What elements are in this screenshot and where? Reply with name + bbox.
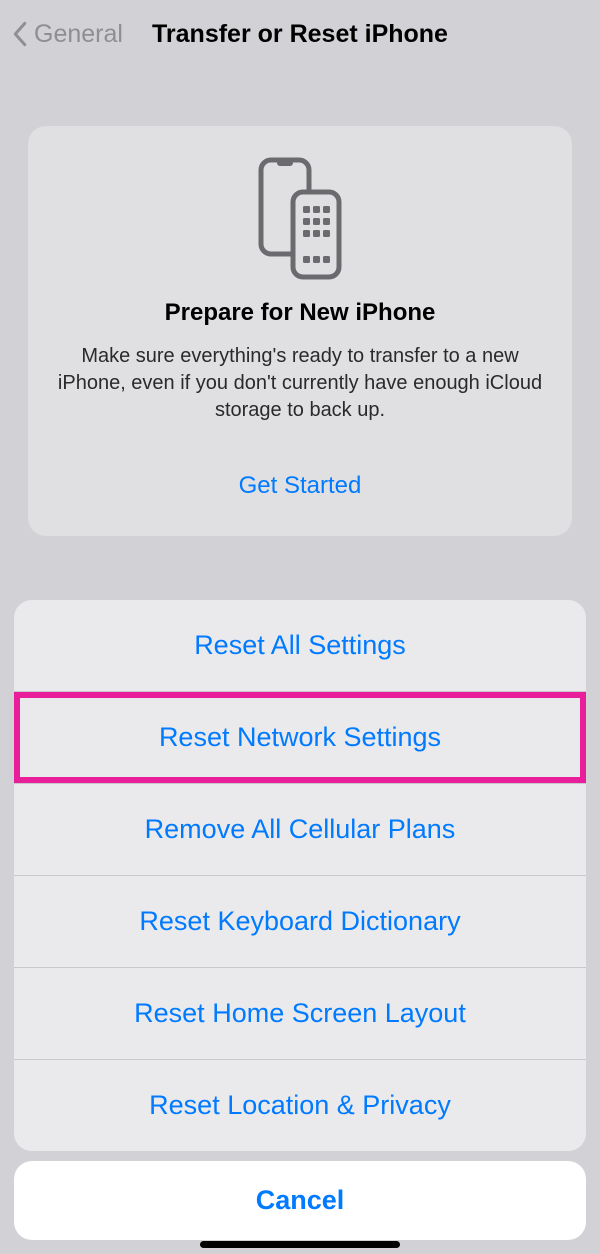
- sheet-option-reset-location-privacy[interactable]: Reset Location & Privacy: [14, 1060, 586, 1151]
- sheet-option-reset-home-screen-layout[interactable]: Reset Home Screen Layout: [14, 968, 586, 1060]
- nav-bar: General Transfer or Reset iPhone: [0, 0, 600, 68]
- get-started-button[interactable]: Get Started: [52, 472, 548, 500]
- prepare-card: Prepare for New iPhone Make sure everyth…: [28, 126, 572, 536]
- two-phones-icon: [255, 156, 345, 281]
- sheet-option-reset-network-settings[interactable]: Reset Network Settings: [14, 692, 586, 784]
- sheet-option-label: Reset Network Settings: [159, 722, 441, 752]
- card-title: Prepare for New iPhone: [52, 299, 548, 327]
- sheet-option-reset-all-settings[interactable]: Reset All Settings: [14, 600, 586, 692]
- chevron-left-icon: [12, 21, 28, 47]
- home-indicator[interactable]: [200, 1241, 400, 1248]
- back-label: General: [34, 20, 123, 49]
- action-sheet: Reset All Settings Reset Network Setting…: [14, 600, 586, 1151]
- page-title: Transfer or Reset iPhone: [152, 20, 448, 49]
- back-button[interactable]: General: [12, 20, 123, 49]
- sheet-option-remove-cellular-plans[interactable]: Remove All Cellular Plans: [14, 784, 586, 876]
- card-description: Make sure everything's ready to transfer…: [52, 343, 548, 424]
- action-sheet-overlay: Reset All Settings Reset Network Setting…: [0, 600, 600, 1254]
- sheet-option-reset-keyboard-dictionary[interactable]: Reset Keyboard Dictionary: [14, 876, 586, 968]
- cancel-button[interactable]: Cancel: [14, 1161, 586, 1240]
